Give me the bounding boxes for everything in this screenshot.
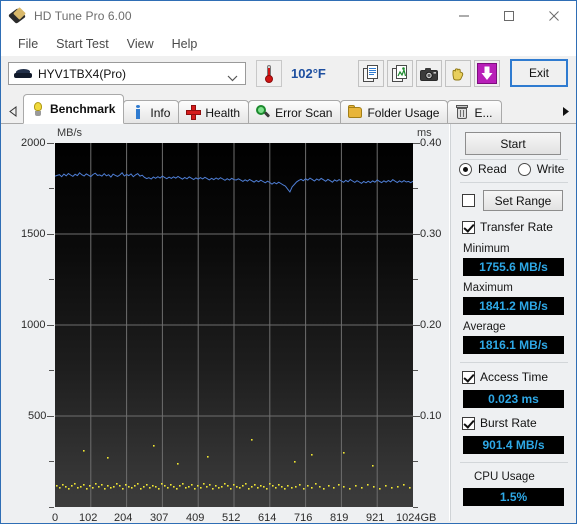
write-label: Write — [537, 162, 565, 176]
save-download-button[interactable] — [474, 60, 500, 87]
download-arrow-icon — [477, 63, 497, 84]
tab-scroll-left-button[interactable] — [5, 100, 21, 122]
toolbar: HYV1TBX4(Pro) 102°F — [1, 56, 576, 94]
y-tick-right-2: 0.20 — [420, 319, 441, 331]
benchmark-chart: MB/s ms 2000 1500 1000 500 0.40 0.30 0.2… — [1, 124, 449, 522]
read-radio[interactable] — [459, 163, 472, 176]
set-range-button[interactable]: Set Range — [483, 190, 563, 211]
burst-rate-row[interactable]: Burst Rate — [462, 416, 537, 430]
chevron-down-icon[interactable] — [227, 69, 238, 87]
benchmark-panel: MB/s ms 2000 1500 1000 500 0.40 0.30 0.2… — [1, 123, 576, 523]
tab-error-scan[interactable]: Error Scan — [248, 100, 341, 124]
window-controls — [441, 1, 576, 31]
tab-info-label: Info — [150, 106, 170, 120]
mode-radio-group: Read Write — [459, 162, 571, 176]
close-button[interactable] — [531, 1, 576, 31]
y-axis-left-title: MB/s — [57, 127, 82, 139]
screenshot-button[interactable] — [416, 60, 442, 87]
tab-health-label: Health — [205, 106, 240, 120]
set-range-checkbox[interactable] — [462, 194, 475, 207]
minimum-label: Minimum — [463, 243, 510, 255]
tab-erase-label: E... — [474, 106, 492, 120]
average-label: Average — [463, 321, 506, 333]
y-tick-right-3: 0.10 — [420, 410, 441, 422]
plot-svg — [55, 143, 413, 507]
tab-benchmark-label: Benchmark — [50, 102, 115, 116]
tab-folder-usage-label: Folder Usage — [367, 106, 439, 120]
hdtune-logo-icon — [10, 8, 26, 24]
maximum-label: Maximum — [463, 282, 513, 294]
menu-file[interactable]: File — [9, 35, 47, 53]
menu-view[interactable]: View — [118, 35, 163, 53]
window-title: HD Tune Pro 6.00 — [34, 9, 132, 23]
menu-start-test[interactable]: Start Test — [47, 35, 118, 53]
tab-scroll-right-button[interactable] — [557, 100, 573, 122]
read-label: Read — [478, 162, 507, 176]
copy-text-icon — [363, 65, 380, 83]
drive-selected-label: HYV1TBX4(Pro) — [38, 67, 126, 81]
maximum-value: 1841.2 MB/s — [463, 297, 564, 315]
hand-button[interactable] — [445, 60, 471, 87]
minimum-value: 1755.6 MB/s — [463, 258, 564, 276]
transfer-rate-row[interactable]: Transfer Rate — [462, 220, 553, 234]
tab-folder-usage[interactable]: Folder Usage — [340, 100, 448, 124]
burst-rate-checkbox[interactable] — [462, 417, 475, 430]
copy-image-button[interactable] — [387, 60, 413, 87]
copy-text-button[interactable] — [358, 60, 384, 87]
write-radio[interactable] — [518, 163, 531, 176]
plot-area — [55, 143, 413, 507]
y-tick-left-0: 2000 — [21, 137, 45, 149]
toolbar-buttons — [358, 60, 500, 87]
tab-bar: Benchmark Info Health Error Scan Folder … — [1, 94, 576, 124]
trash-icon — [455, 105, 469, 120]
menu-help[interactable]: Help — [163, 35, 207, 53]
hd-tune-pro-window: HD Tune Pro 6.00 File Start Test View He… — [0, 0, 577, 524]
title-bar: HD Tune Pro 6.00 — [1, 1, 576, 31]
y-tick-left-2: 1000 — [21, 319, 45, 331]
set-range-row: Set Range — [462, 190, 563, 211]
status-bar — [1, 521, 576, 523]
y-tick-left-3: 500 — [28, 410, 46, 422]
access-time-checkbox[interactable] — [462, 371, 475, 384]
exit-button[interactable]: Exit — [510, 59, 568, 87]
transfer-rate-label: Transfer Rate — [480, 220, 553, 234]
camera-icon — [420, 67, 438, 81]
temperature-value: 102°F — [291, 66, 326, 81]
results-panel: Start Read Write Set Range Transfer Rate… — [450, 124, 576, 522]
burst-rate-label: Burst Rate — [480, 416, 537, 430]
y-tick-left-1: 1500 — [21, 228, 45, 240]
tab-health[interactable]: Health — [178, 100, 249, 124]
cpu-usage-label: CPU Usage — [474, 471, 535, 483]
magnifier-icon — [256, 105, 270, 120]
hand-icon — [450, 66, 466, 82]
maximize-button[interactable] — [486, 1, 531, 31]
start-button[interactable]: Start — [465, 132, 561, 155]
access-time-row[interactable]: Access Time — [462, 370, 548, 384]
thermometer-icon — [265, 65, 273, 83]
tab-error-scan-label: Error Scan — [275, 106, 332, 120]
lightbulb-icon — [31, 102, 45, 117]
minimize-button[interactable] — [441, 1, 486, 31]
burst-rate-value: 901.4 MB/s — [463, 436, 564, 454]
tab-info[interactable]: Info — [123, 100, 179, 124]
access-time-value: 0.023 ms — [463, 390, 564, 408]
access-time-points — [56, 439, 411, 490]
info-icon — [131, 105, 145, 120]
menu-bar: File Start Test View Help — [1, 31, 576, 56]
hard-disk-icon — [14, 68, 32, 80]
transfer-rate-checkbox[interactable] — [462, 221, 475, 234]
y-tick-right-0: 0.40 — [420, 137, 441, 149]
drive-select-dropdown[interactable]: HYV1TBX4(Pro) — [8, 62, 246, 85]
cpu-usage-value: 1.5% — [463, 488, 564, 506]
tab-erase[interactable]: E... — [447, 100, 501, 124]
red-cross-icon — [186, 105, 200, 120]
folder-icon — [348, 105, 362, 120]
average-value: 1816.1 MB/s — [463, 336, 564, 354]
copy-image-icon — [392, 65, 409, 83]
access-time-label: Access Time — [480, 370, 548, 384]
y-tick-right-1: 0.30 — [420, 228, 441, 240]
tab-benchmark[interactable]: Benchmark — [23, 94, 124, 124]
temperature-button[interactable] — [256, 60, 282, 87]
tab-list: Benchmark Info Health Error Scan Folder … — [23, 94, 501, 124]
